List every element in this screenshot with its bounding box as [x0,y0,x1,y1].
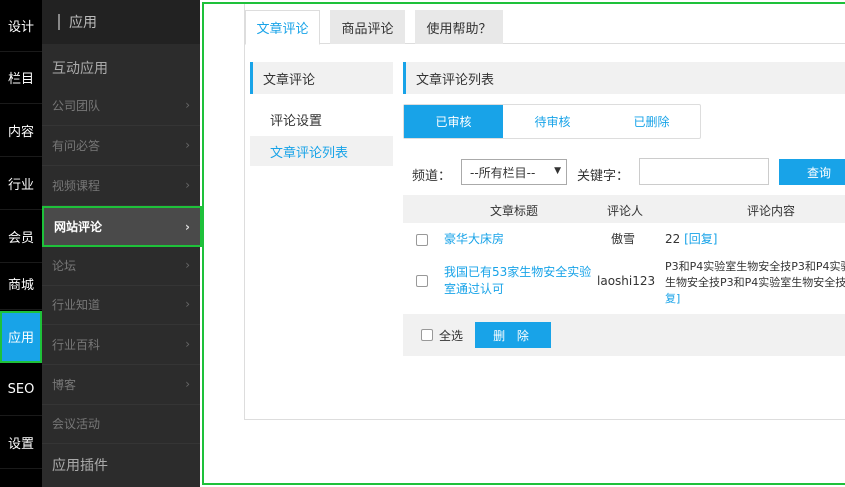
table-row: 我国已有53家生物安全实验 室通过认可 laoshi123 P3和P4实验室生物… [403,258,845,310]
main-content: 文章评论 商品评论 使用帮助？ 文章评论 评论设置 文章评论列表 文章评论列表 … [202,2,845,485]
chevron-right-icon: › [185,220,190,234]
filter-bar: 频道： --所有栏目-- ▼ 关键字： 查询 [403,158,845,187]
sub-nav-item-label: 公司团队 [52,99,101,113]
sub-nav-item-blog[interactable]: 博客 › [42,365,200,405]
col-content: 评论内容 [747,204,796,218]
comment-text: P3和P4实验室生物安全技P3和P4实验 生物安全技P3和P4实验室生物安全技 … [665,259,845,307]
sub-nav-item-team[interactable]: 公司团队 › [42,86,200,126]
reply-link[interactable]: 复] [665,291,845,307]
comments-panel: 文章评论 商品评论 使用帮助？ 文章评论 评论设置 文章评论列表 文章评论列表 … [244,4,845,420]
group-app-plugins: 应用插件 [52,458,108,474]
left-nav: 设计 栏目 内容 行业 会员 商城 应用 SEO 设置 [0,0,42,487]
side-link-list[interactable]: 文章评论列表 [250,136,393,166]
content-line: 生物安全技P3和P4实验室生物安全技 [665,276,845,289]
nav-item-member[interactable]: 会员 [0,211,42,263]
tab-help[interactable]: 使用帮助？ [415,10,503,44]
nav-item-columns[interactable]: 栏目 [0,52,42,104]
title-line: 我国已有53家生物安全实验 [444,265,592,279]
comment-body: 22 [665,232,681,246]
segment-approved[interactable]: 已审核 [404,105,503,138]
keyword-label: 关键字： [577,169,630,184]
nav-item-industry[interactable]: 行业 [0,158,42,210]
comment-text: 22 [回复] [665,231,717,248]
sub-nav-item-label: 博客 [52,378,77,392]
col-author: 评论人 [607,204,644,218]
chevron-right-icon: › [185,377,190,391]
chevron-right-icon: › [185,178,190,192]
sub-nav-item-events[interactable]: 会议活动 [42,404,200,444]
row-checkbox[interactable] [416,234,428,246]
channel-select-value: --所有栏目-- [470,165,536,180]
select-all-label[interactable]: 全选 [439,327,463,344]
caret-down-icon: ▼ [554,166,561,176]
tab-product-comments[interactable]: 商品评论 [330,10,405,44]
author-name: 傲雪 [611,232,636,246]
sub-nav-item-label: 视频课程 [52,179,101,193]
col-title: 文章标题 [490,204,539,218]
nav-item-design[interactable]: 设计 [0,0,42,52]
bulk-action-bar: 全选 删 除 [403,314,845,356]
status-segment: 已审核 待审核 已删除 [403,104,701,139]
table-header: 文章标题 评论人 评论内容 [403,195,845,223]
sub-nav-item-forum[interactable]: 论坛 › [42,246,200,286]
chevron-right-icon: › [185,258,190,272]
sub-nav-item-label: 论坛 [52,259,77,273]
nav-item-seo[interactable]: SEO [0,364,42,416]
group-interactive-apps: 互动应用 [52,61,108,77]
sub-nav-item-label: 网站评论 [54,220,103,234]
keyword-input[interactable] [639,158,769,185]
nav-item-mall[interactable]: 商城 [0,258,42,310]
nav-item-apps[interactable]: 应用 [0,311,42,363]
title-line: 室通过认可 [444,282,505,296]
sub-nav-item-knowledge[interactable]: 行业知道 › [42,285,200,325]
article-title-link[interactable]: 豪华大床房 [444,231,504,248]
sub-nav-item-label: 行业百科 [52,338,101,352]
channel-label: 频道： [412,169,452,184]
sub-nav-item-qa[interactable]: 有问必答 › [42,126,200,166]
sub-nav-title: 应用 [69,15,97,31]
sub-nav-item-wiki[interactable]: 行业百科 › [42,325,200,365]
reply-link[interactable]: [回复] [684,232,717,246]
content-line: P3和P4实验室生物安全技P3和P4实验 [665,260,845,273]
chevron-right-icon: › [185,297,190,311]
header-divider [58,14,60,30]
sub-nav-item-label: 会议活动 [52,417,101,431]
chevron-right-icon: › [185,337,190,351]
nav-item-content[interactable]: 内容 [0,105,42,157]
author-name: laoshi123 [597,274,656,288]
side-menu: 评论设置 文章评论列表 [250,94,393,166]
table-row: 豪华大床房 傲雪 22 [回复] [403,226,845,256]
sub-nav-header: 应用 [42,0,200,44]
delete-button[interactable]: 删 除 [475,322,551,348]
side-link-settings[interactable]: 评论设置 [250,104,393,134]
side-title: 文章评论 [250,62,393,94]
article-title-link[interactable]: 我国已有53家生物安全实验 室通过认可 [444,264,591,298]
segment-deleted[interactable]: 已删除 [602,105,701,138]
search-button[interactable]: 查询 [779,159,845,185]
sub-nav: 应用 互动应用 公司团队 › 有问必答 › 视频课程 › 网站评论 › 论坛 ›… [42,0,202,487]
sub-nav-item-comments[interactable]: 网站评论 › [42,206,202,247]
sub-nav-item-video[interactable]: 视频课程 › [42,166,200,206]
tab-bar: 文章评论 商品评论 使用帮助？ [245,6,845,45]
row-checkbox[interactable] [416,275,428,287]
sub-nav-item-label: 行业知道 [52,298,101,312]
list-title: 文章评论列表 [403,62,845,94]
sub-nav-item-label: 有问必答 [52,139,101,153]
select-all-checkbox[interactable] [421,329,433,341]
channel-select[interactable]: --所有栏目-- ▼ [461,159,567,185]
chevron-right-icon: › [185,98,190,112]
nav-item-settings[interactable]: 设置 [0,417,42,469]
chevron-right-icon: › [185,138,190,152]
tab-article-comments[interactable]: 文章评论 [245,10,320,45]
segment-pending[interactable]: 待审核 [503,105,602,138]
